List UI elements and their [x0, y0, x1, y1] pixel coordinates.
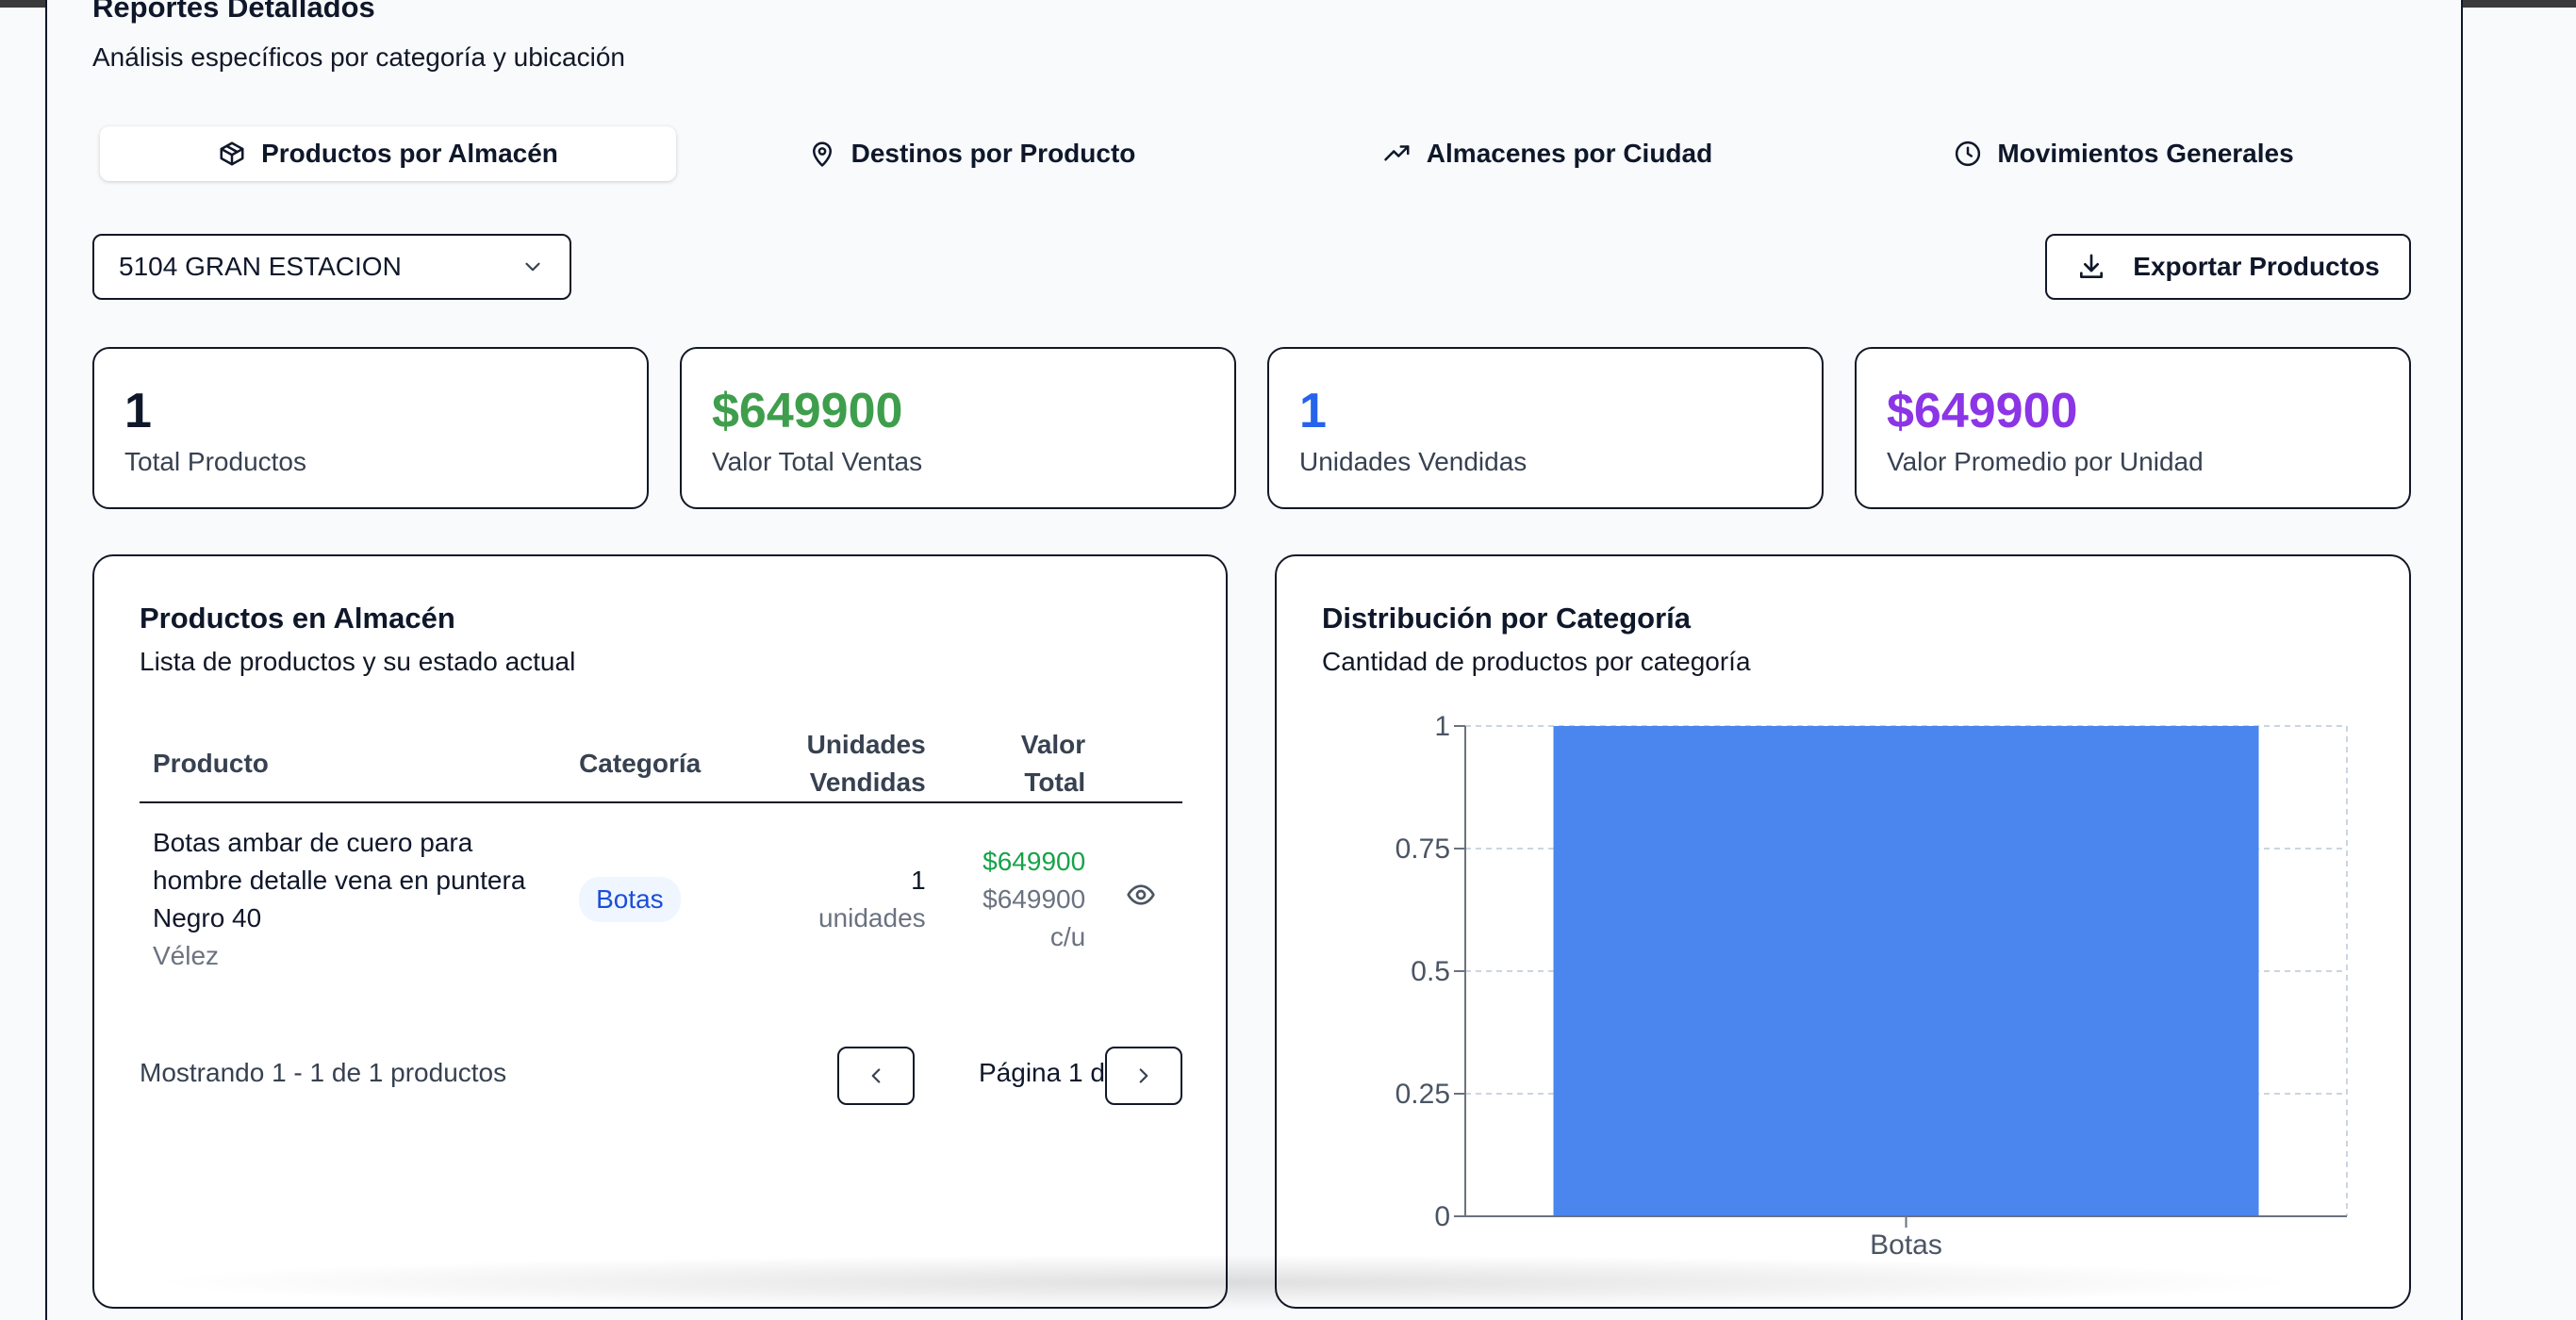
column-header-unidades-text: Unidades Vendidas — [806, 730, 926, 797]
tab-almacenes-por-ciudad[interactable]: Almacenes por Ciudad — [1260, 123, 1836, 185]
tab-label: Almacenes por Ciudad — [1426, 139, 1713, 168]
column-header-valor: Valor Total — [938, 726, 1099, 803]
card-title: Distribución por Categoría — [1322, 602, 1691, 635]
stat-value: $649900 — [1887, 384, 2078, 438]
warehouse-select-value: 5104 GRAN ESTACION — [119, 252, 402, 281]
warehouse-select[interactable]: 5104 GRAN ESTACION — [92, 234, 571, 300]
column-header-categoria: Categoría — [566, 726, 745, 803]
export-products-button[interactable]: Exportar Productos — [2045, 234, 2411, 300]
stat-card-unidades-vendidas: 1 Unidades Vendidas — [1267, 347, 1824, 509]
table-header-row: Producto Categoría Unidades Vendidas Val… — [140, 726, 1182, 803]
products-card: Productos en Almacén Lista de productos … — [92, 554, 1228, 1309]
y-tick-label: 0.5 — [1411, 956, 1450, 987]
card-title: Productos en Almacén — [140, 602, 455, 635]
card-subtitle: Cantidad de productos por categoría — [1322, 647, 1751, 676]
units-label: unidades — [817, 903, 926, 932]
stat-label: Unidades Vendidas — [1299, 447, 1527, 476]
table-row: Botas ambar de cuero para hombre detalle… — [140, 802, 1182, 996]
stat-value: 1 — [124, 384, 152, 438]
actions-cell — [1098, 802, 1182, 996]
products-table: Producto Categoría Unidades Vendidas Val… — [140, 726, 1182, 996]
chevron-left-icon — [871, 1068, 881, 1083]
value-cell: $649900 $649900 c/u — [939, 802, 1099, 996]
column-header-producto: Producto — [140, 726, 567, 803]
units-cell: 1 unidades — [745, 802, 939, 996]
stat-label: Total Productos — [124, 447, 306, 476]
stat-card-valor-promedio: $649900 Valor Promedio por Unidad — [1855, 347, 2411, 509]
unit-price: $649900 — [983, 884, 1086, 914]
stat-label: Valor Total Ventas — [712, 447, 923, 476]
bar-botas — [1553, 726, 2259, 1216]
map-pin-icon — [812, 141, 832, 167]
y-tick-label: 0.25 — [1395, 1079, 1450, 1110]
chevron-down-icon — [525, 262, 540, 272]
pagination-summary: Mostrando 1 - 1 de 1 productos — [140, 1058, 507, 1087]
stat-value: 1 — [1299, 384, 1327, 438]
page-subtitle: Análisis específicos por categoría y ubi… — [92, 42, 625, 72]
column-header-valor-text: Valor Total — [1020, 730, 1086, 797]
tab-destinos-por-producto[interactable]: Destinos por Producto — [684, 123, 1260, 185]
y-tick-label: 0 — [1434, 1201, 1450, 1232]
units-value: 1 — [911, 866, 926, 895]
download-icon — [2080, 254, 2104, 278]
x-tick-label: Botas — [1870, 1229, 1942, 1261]
y-tick-label: 0.75 — [1395, 833, 1450, 865]
tab-label: Destinos por Producto — [850, 139, 1136, 168]
card-subtitle: Lista de productos y su estado actual — [140, 647, 576, 676]
product-brand: Vélez — [153, 941, 220, 970]
category-bar-chart: 0 0.25 0.5 0.75 1 Botas — [1395, 712, 2348, 1261]
report-tabs: Productos por Almacén Destinos por Produ… — [92, 123, 2412, 185]
stat-label: Valor Promedio por Unidad — [1887, 447, 2204, 476]
category-cell: Botas — [566, 802, 745, 996]
column-header-actions — [1098, 726, 1182, 803]
tab-label: Movimientos Generales — [1997, 139, 2294, 168]
total-value: $649900 — [983, 847, 1086, 876]
export-button-label: Exportar Productos — [2133, 252, 2380, 281]
category-badge: Botas — [579, 877, 681, 922]
tab-movimientos-generales[interactable]: Movimientos Generales — [1836, 123, 2412, 185]
trending-up-icon — [1384, 145, 1410, 161]
category-chart-card: Distribución por Categoría Cantidad de p… — [1275, 554, 2411, 1309]
chevron-right-icon — [1139, 1068, 1148, 1083]
stat-card-total-productos: 1 Total Productos — [92, 347, 649, 509]
previous-page-button[interactable] — [837, 1047, 915, 1105]
column-header-unidades: Unidades Vendidas — [744, 726, 939, 803]
eye-icon[interactable] — [1126, 880, 1156, 910]
product-name: Botas ambar de cuero para hombre detalle… — [153, 828, 526, 932]
page-title: Reportes Detallados — [92, 0, 375, 24]
clock-icon — [1956, 140, 1981, 167]
y-tick-label: 1 — [1434, 712, 1450, 742]
tab-label: Productos por Almacén — [261, 139, 558, 168]
product-cell: Botas ambar de cuero para hombre detalle… — [140, 802, 566, 996]
unit-suffix: c/u — [1049, 922, 1086, 951]
stat-value: $649900 — [712, 384, 903, 438]
package-icon — [220, 141, 244, 166]
tab-productos-por-almacen[interactable]: Productos por Almacén — [100, 126, 676, 181]
stat-card-valor-total-ventas: $649900 Valor Total Ventas — [680, 347, 1236, 509]
next-page-button[interactable] — [1105, 1047, 1182, 1105]
